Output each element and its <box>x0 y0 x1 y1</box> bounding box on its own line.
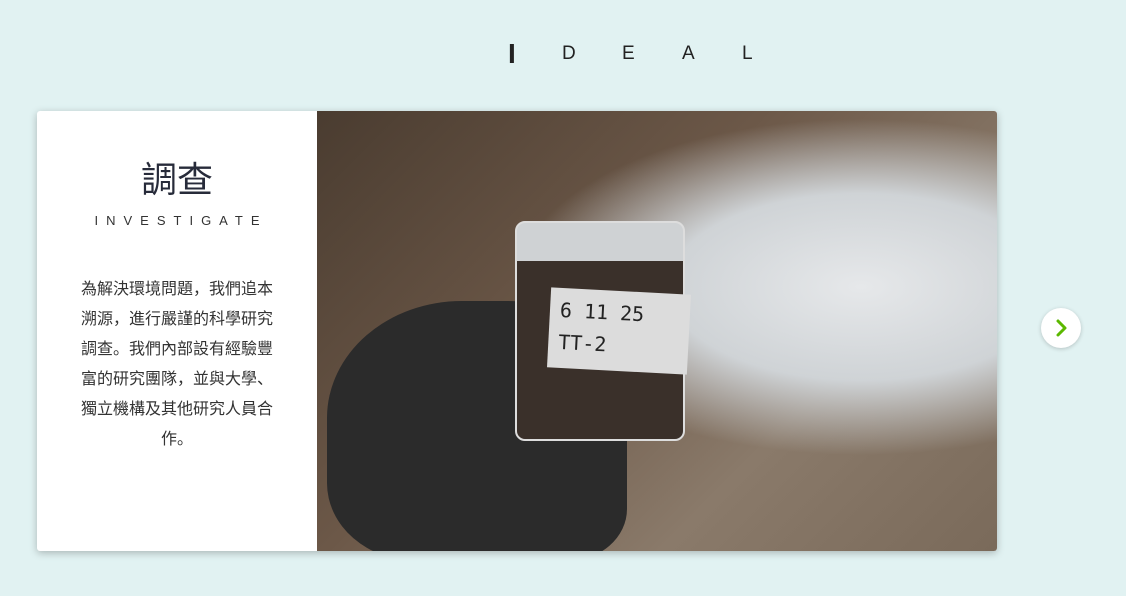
chevron-right-icon <box>1056 319 1067 337</box>
next-slide-button[interactable] <box>1041 308 1081 348</box>
slide-card: 調查 INVESTIGATE 為解決環境問題，我們追本溯源，進行嚴謹的科學研究調… <box>37 111 997 551</box>
slide-text-panel: 調查 INVESTIGATE 為解決環境問題，我們追本溯源，進行嚴謹的科學研究調… <box>37 111 317 551</box>
slide-photo: 6 11 25 TT-2 <box>317 111 997 551</box>
slide-description: 為解決環境問題，我們追本溯源，進行嚴謹的科學研究調查。我們內部設有經驗豐富的研究… <box>80 279 273 448</box>
brand-title: I D E A L <box>508 36 802 72</box>
jar-label: 6 11 25 TT-2 <box>547 287 691 375</box>
title-letter: I <box>508 38 516 69</box>
title-letter: D <box>562 43 576 64</box>
title-letter: E <box>622 43 635 64</box>
slide-heading: 調查 <box>140 160 213 201</box>
title-letter: L <box>742 43 753 64</box>
slide-subheading: INVESTIGATE <box>94 213 268 228</box>
jar-label-line: TT-2 <box>557 329 608 357</box>
title-letter: A <box>682 43 695 64</box>
